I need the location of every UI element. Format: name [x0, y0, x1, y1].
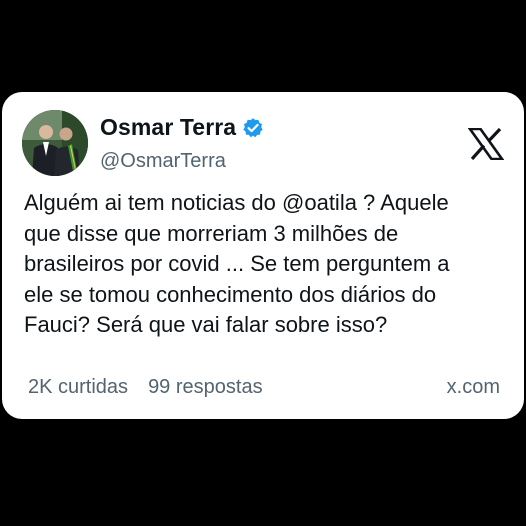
author-name-row: Osmar Terra [100, 114, 264, 141]
likes-count[interactable]: 2K curtidas [28, 376, 128, 399]
tweet-text: Alguém ai tem noticias do @oatila ? Aque… [24, 190, 450, 337]
tweet-card[interactable]: Osmar Terra @OsmarTerra Alguém ai tem no… [2, 92, 524, 419]
x-logo-icon[interactable] [467, 127, 505, 161]
avatar-image [22, 110, 88, 176]
author-display-name[interactable]: Osmar Terra [100, 114, 236, 141]
author-handle[interactable]: @OsmarTerra [100, 150, 226, 173]
source-link[interactable]: x.com [447, 376, 500, 399]
tweet-footer: 2K curtidas 99 respostas x.com [28, 376, 500, 399]
avatar[interactable] [22, 110, 88, 176]
verified-badge-icon [242, 117, 264, 139]
replies-count[interactable]: 99 respostas [148, 376, 263, 399]
